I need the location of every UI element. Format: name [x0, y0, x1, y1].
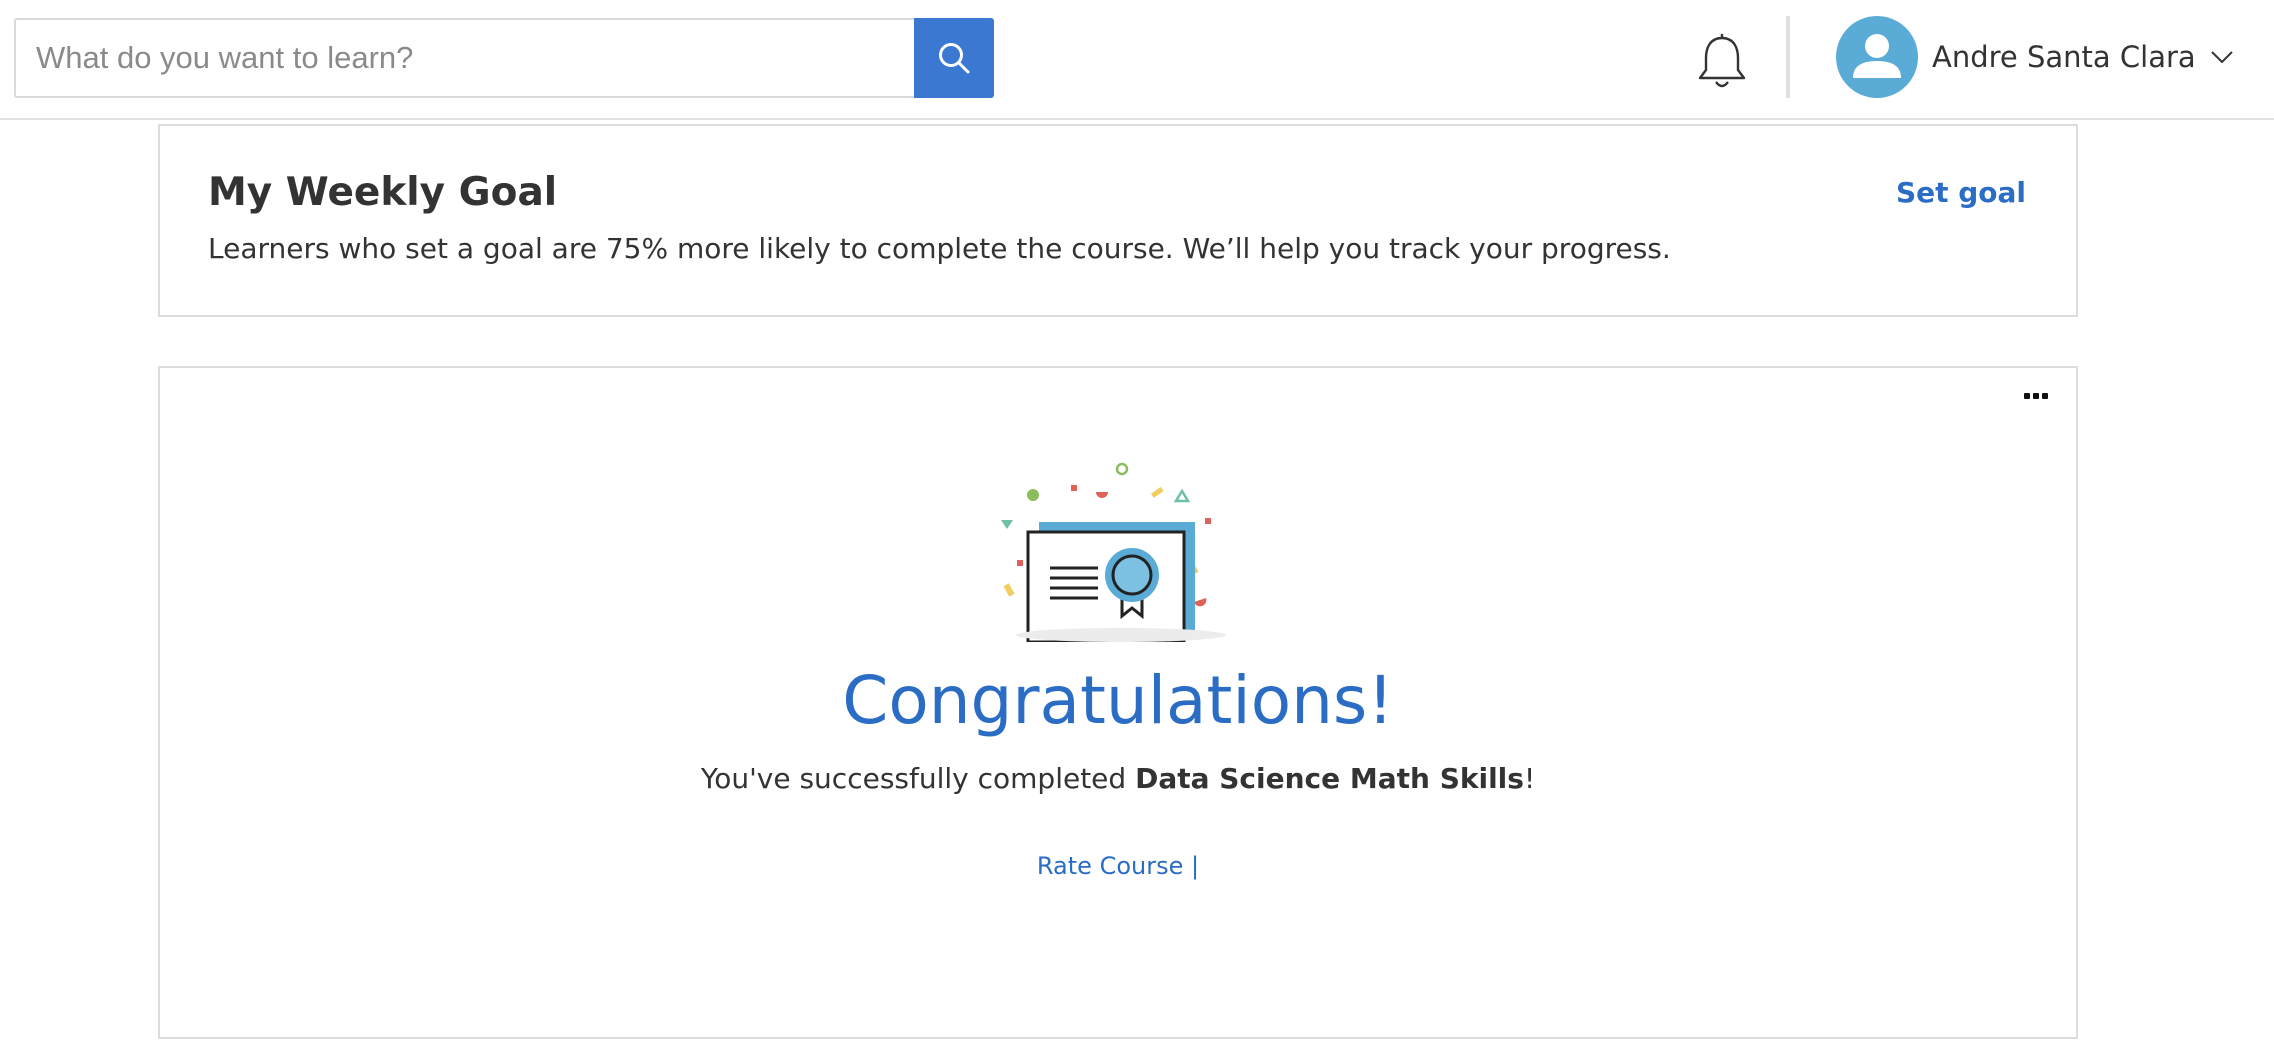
chevron-down-icon[interactable]: [2210, 50, 2234, 64]
congratulations-heading: Congratulations!: [842, 662, 1394, 739]
weekly-goal-card: My Weekly Goal Learners who set a goal a…: [158, 124, 2078, 317]
course-name: Data Science Math Skills: [1135, 762, 1524, 795]
search-button[interactable]: [914, 18, 994, 98]
actions-separator: |: [1183, 852, 1200, 880]
set-goal-link[interactable]: Set goal: [1896, 176, 2026, 209]
completion-message-prefix: You've successfully completed: [700, 762, 1136, 795]
course-actions: Rate Course |: [160, 852, 2076, 880]
search-input[interactable]: [14, 18, 914, 98]
weekly-goal-title: My Weekly Goal: [208, 170, 558, 215]
header-divider: [1786, 16, 1790, 98]
bell-icon[interactable]: [1696, 34, 1748, 90]
certificate-icon: [1001, 462, 1226, 642]
more-horizontal-icon: [2024, 393, 2030, 399]
top-header: Andre Santa Clara: [0, 0, 2274, 120]
search-bar: [14, 18, 994, 98]
more-horizontal-icon: [2033, 393, 2039, 399]
user-menu[interactable]: Andre Santa Clara: [1836, 16, 2234, 98]
more-horizontal-icon: [2042, 393, 2048, 399]
completion-message: You've successfully completed Data Scien…: [160, 762, 2076, 795]
avatar[interactable]: [1836, 16, 1918, 98]
rate-course-link[interactable]: Rate Course: [1037, 852, 1183, 880]
user-icon: [1853, 34, 1901, 78]
more-options-button[interactable]: [2016, 384, 2056, 408]
course-completion-card: Congratulations! You've successfully com…: [158, 366, 2078, 1039]
weekly-goal-description: Learners who set a goal are 75% more lik…: [208, 232, 1671, 265]
search-icon: [939, 43, 970, 74]
user-name[interactable]: Andre Santa Clara: [1932, 40, 2196, 74]
completion-message-suffix: !: [1523, 762, 1536, 795]
